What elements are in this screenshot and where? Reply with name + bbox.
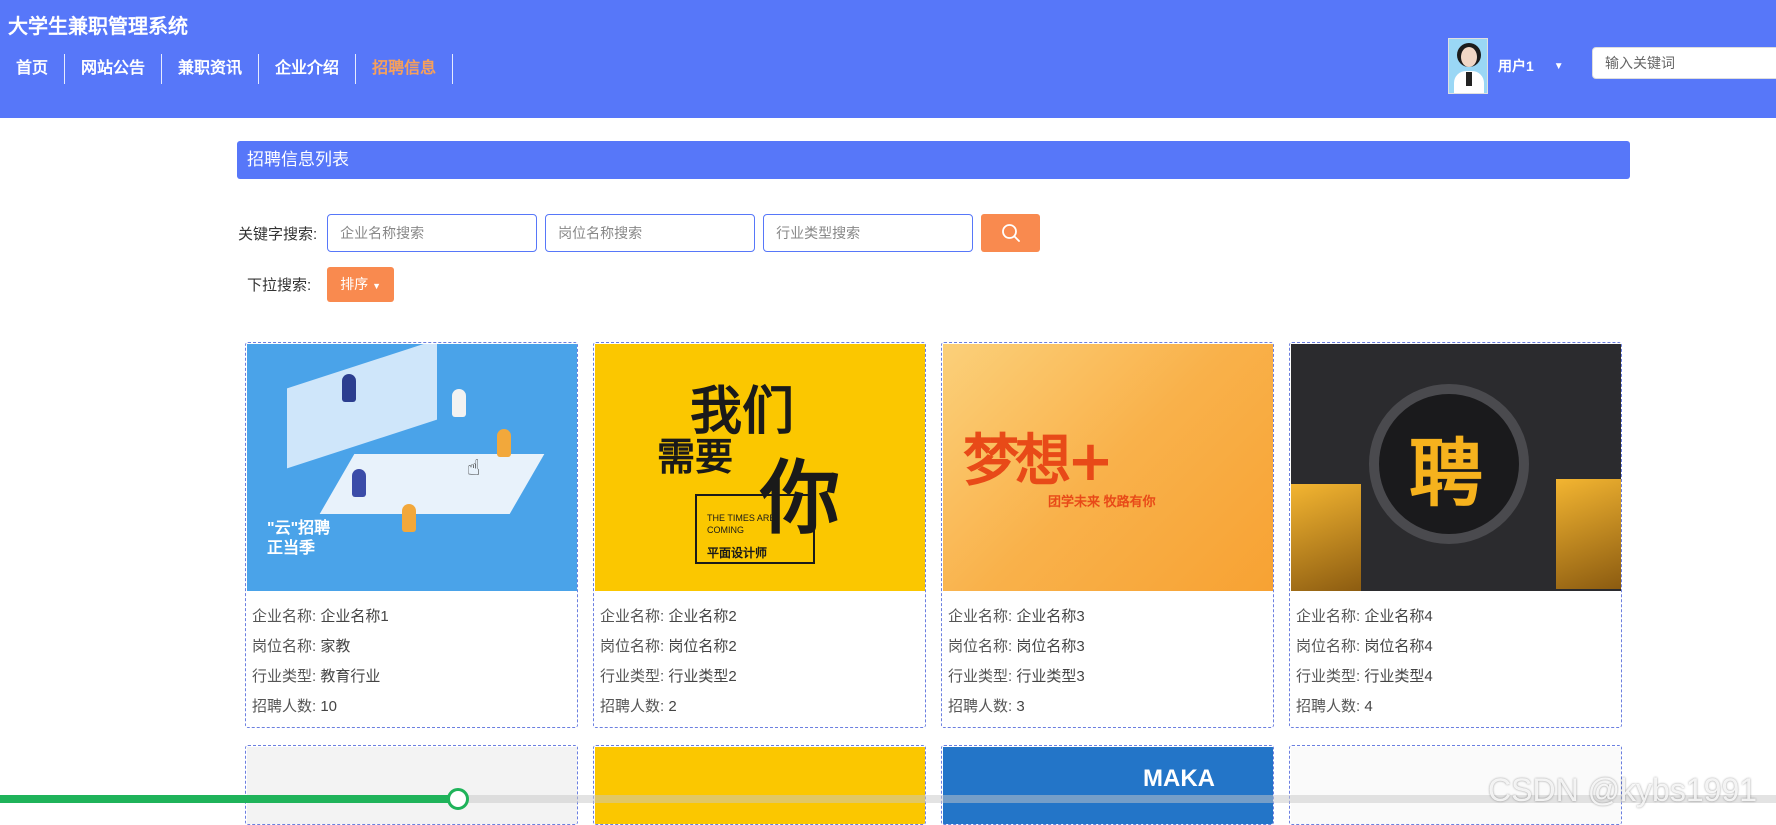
chevron-down-icon[interactable]: ▼	[1554, 61, 1564, 72]
job-card-info: 企业名称: 企业名称1 岗位名称: 家教 行业类型: 教育行业 招聘人数: 10	[252, 602, 389, 722]
keyword-search-row: 关键字搜索:	[238, 214, 1041, 252]
company-label: 企业名称:	[252, 608, 317, 625]
header-search-input[interactable]	[1592, 47, 1776, 79]
image-text: THE TIMES ARE	[707, 513, 776, 523]
company-label: 企业名称:	[1296, 608, 1361, 625]
position-label: 岗位名称:	[252, 638, 317, 655]
count-label: 招聘人数:	[600, 698, 665, 715]
nav-item-parttime-news[interactable]: 兼职资讯	[162, 54, 260, 84]
job-card-image[interactable]: "云"招聘 正当季	[247, 344, 577, 591]
job-card-image[interactable]	[247, 747, 577, 824]
industry-label: 行业类型:	[948, 668, 1013, 685]
image-text: COMING	[707, 525, 744, 535]
company-value: 企业名称1	[320, 608, 389, 625]
job-card-image[interactable]: 我们 需要 你 THE TIMES ARE COMING 平面设计师	[595, 344, 925, 591]
company-search-input[interactable]	[327, 214, 538, 252]
industry-label: 行业类型:	[252, 668, 317, 685]
image-text: 需要	[657, 434, 734, 479]
company-value: 企业名称4	[1364, 608, 1433, 625]
search-button[interactable]	[981, 214, 1041, 252]
position-label: 岗位名称:	[948, 638, 1013, 655]
job-card[interactable]	[593, 745, 926, 825]
industry-value: 教育行业	[320, 668, 381, 685]
count-value: 3	[1016, 698, 1025, 715]
position-value: 岗位名称3	[1016, 638, 1085, 655]
industry-value: 行业类型3	[1016, 668, 1085, 685]
image-text: 平面设计师	[707, 546, 768, 560]
industry-label: 行业类型:	[600, 668, 665, 685]
image-text: MAKA	[1143, 765, 1215, 792]
job-card-image[interactable]: 聘	[1291, 344, 1621, 591]
search-icon	[1001, 224, 1020, 242]
count-value: 10	[320, 698, 338, 715]
nav-item-home[interactable]: 首页	[0, 54, 66, 84]
job-card-info: 企业名称: 企业名称4 岗位名称: 岗位名称4 行业类型: 行业类型4 招聘人数…	[1296, 602, 1433, 722]
hand-cursor-icon: ☝	[467, 455, 481, 480]
keyword-search-label: 关键字搜索:	[238, 225, 318, 243]
job-card[interactable]: 聘 企业名称: 企业名称4 岗位名称: 岗位名称4 行业类型: 行业类型4 招聘…	[1289, 342, 1622, 728]
industry-label: 行业类型:	[1296, 668, 1361, 685]
position-search-input[interactable]	[545, 214, 756, 252]
watermark: CSDN @kybs1991	[1488, 772, 1758, 808]
industry-value: 行业类型4	[1364, 668, 1433, 685]
count-value: 2	[668, 698, 677, 715]
video-progress-fill	[0, 795, 459, 803]
job-card-image[interactable]: 梦想+ 团学未来 牧路有你	[943, 344, 1273, 591]
nav-item-announcements[interactable]: 网站公告	[65, 54, 163, 84]
main-nav: 首页 网站公告 兼职资讯 企业介绍 招聘信息	[0, 54, 454, 84]
section-title: 招聘信息列表	[237, 141, 1630, 179]
company-value: 企业名称2	[668, 608, 737, 625]
count-label: 招聘人数:	[948, 698, 1013, 715]
company-label: 企业名称:	[948, 608, 1013, 625]
job-card[interactable]: 我们 需要 你 THE TIMES ARE COMING 平面设计师 企业名称:…	[593, 342, 926, 728]
count-value: 4	[1364, 698, 1373, 715]
image-text: 团学未来 牧路有你	[1048, 494, 1156, 509]
job-card-info: 企业名称: 企业名称2 岗位名称: 岗位名称2 行业类型: 行业类型2 招聘人数…	[600, 602, 737, 722]
job-card-image[interactable]: MAKA	[943, 747, 1273, 824]
position-label: 岗位名称:	[1296, 638, 1361, 655]
count-label: 招聘人数:	[1296, 698, 1361, 715]
job-card-info: 企业名称: 企业名称3 岗位名称: 岗位名称3 行业类型: 行业类型3 招聘人数…	[948, 602, 1085, 722]
industry-search-input[interactable]	[763, 214, 974, 252]
position-value: 家教	[320, 638, 351, 655]
sort-dropdown-button[interactable]: 排序 ▼	[327, 267, 395, 302]
image-text: 梦想+	[963, 429, 1114, 494]
dropdown-search-label: 下拉搜索:	[247, 277, 312, 294]
position-value: 岗位名称2	[668, 638, 737, 655]
company-label: 企业名称:	[600, 608, 665, 625]
job-card[interactable]	[245, 745, 578, 825]
caret-down-icon: ▼	[372, 281, 382, 291]
user-name[interactable]: 用户1	[1498, 56, 1534, 76]
nav-item-companies[interactable]: 企业介绍	[259, 54, 357, 84]
job-card[interactable]: "云"招聘 正当季 企业名称: 企业名称1 岗位名称: 家教 行业类型: 教育行…	[245, 342, 578, 728]
site-title: 大学生兼职管理系统	[8, 16, 188, 38]
image-tag-line: "云"招聘	[267, 520, 331, 537]
user-menu[interactable]: 用户1 ▼	[1448, 38, 1564, 94]
nav-item-recruitment[interactable]: 招聘信息	[356, 54, 454, 84]
avatar[interactable]	[1448, 38, 1488, 94]
job-card-image[interactable]	[595, 747, 925, 824]
top-header: 大学生兼职管理系统 首页 网站公告 兼职资讯 企业介绍 招聘信息 用户1 ▼	[0, 0, 1776, 118]
position-value: 岗位名称4	[1364, 638, 1433, 655]
industry-value: 行业类型2	[668, 668, 737, 685]
company-value: 企业名称3	[1016, 608, 1085, 625]
count-label: 招聘人数:	[252, 698, 317, 715]
job-card[interactable]: 梦想+ 团学未来 牧路有你 企业名称: 企业名称3 岗位名称: 岗位名称3 行业…	[941, 342, 1274, 728]
dropdown-search-row: 下拉搜索: 排序 ▼	[247, 267, 395, 302]
sort-label: 排序	[340, 276, 369, 292]
image-text: 聘	[1409, 431, 1483, 517]
image-tag-line: 正当季	[267, 540, 316, 557]
job-card[interactable]: MAKA	[941, 745, 1274, 825]
position-label: 岗位名称:	[600, 638, 665, 655]
